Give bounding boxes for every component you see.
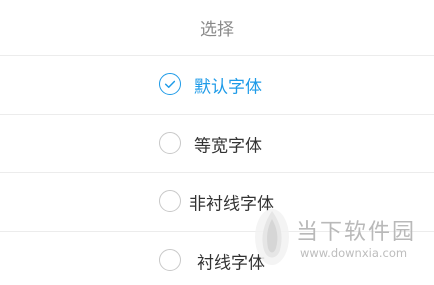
option-default-font[interactable]: 默认字体 (0, 56, 434, 114)
watermark-logo-icon (255, 209, 289, 265)
dialog-title: 选择 (200, 20, 234, 40)
option-label: 默认字体 (194, 77, 262, 98)
watermark: 当下软件园 www.downxia.com (250, 204, 434, 274)
watermark-site-name: 当下软件园 (296, 220, 417, 245)
empty-radio-icon (159, 249, 181, 271)
option-monospace-font[interactable]: 等宽字体 (0, 115, 434, 173)
font-select-dialog: 选择 默认字体 等宽字体 非衬线字体 衬线字体 当下软件园 www.downxi… (0, 0, 434, 285)
empty-radio-icon (159, 190, 181, 212)
watermark-url: www.downxia.com (300, 246, 408, 260)
option-label: 等宽字体 (194, 136, 262, 157)
check-circle-icon (159, 73, 181, 95)
empty-radio-icon (159, 132, 181, 154)
